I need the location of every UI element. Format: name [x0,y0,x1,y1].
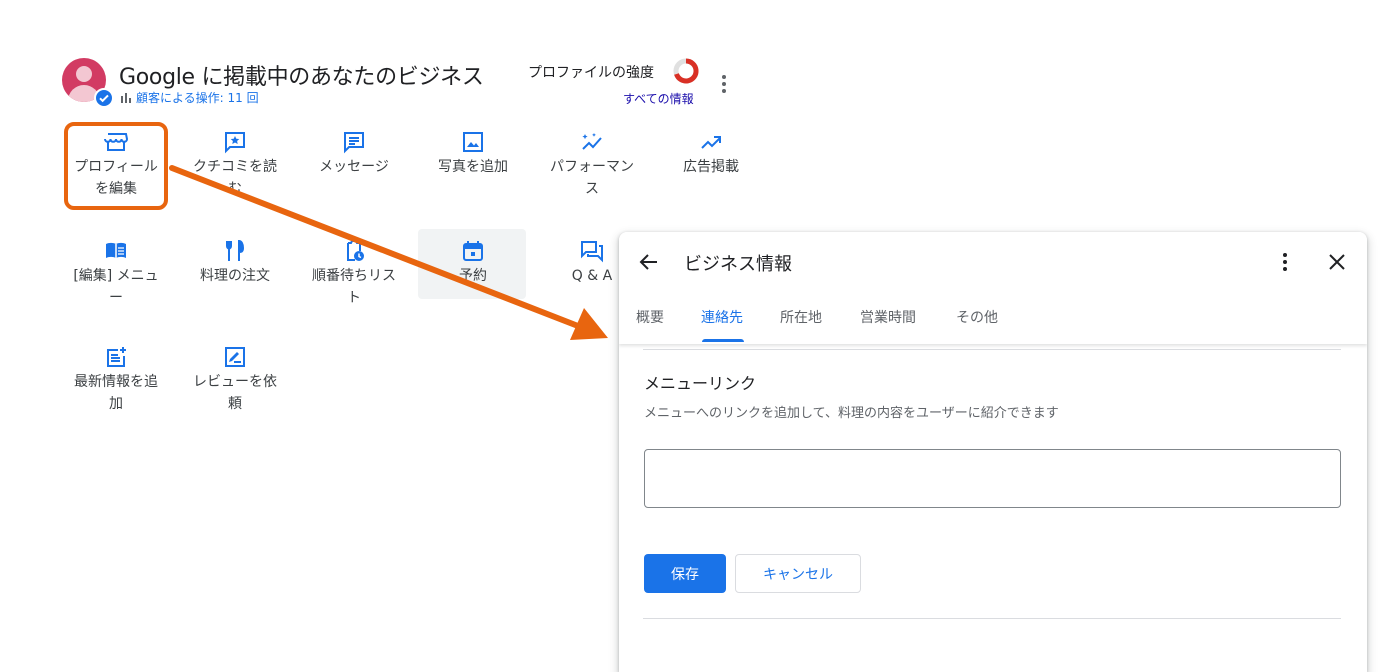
action-label: 予約 [459,268,487,284]
action-label: クチコミを読む [193,159,277,197]
sparkle-chart-icon [582,133,602,150]
action-label: プロフィールを編集 [74,159,158,197]
tab-hours[interactable]: 営業時間 [860,307,916,327]
profile-strength-ring-icon [673,58,699,84]
trending-up-icon [701,136,721,149]
panel-header: ビジネス情報 概要 連絡先 所在地 営業時間 その他 [619,232,1367,344]
business-name: Google に掲載中のあなたのビジネス [119,65,484,90]
post-add-icon [107,347,126,367]
edit-profile-button[interactable]: プロフィールを編集 [64,130,168,200]
panel-title: ビジネス情報 [684,254,792,275]
business-info-panel: ビジネス情報 概要 連絡先 所在地 営業時間 その他 メニューリンク メニューへ… [619,232,1367,672]
messages-button[interactable]: メッセージ [302,130,406,178]
menu-link-description: メニューへのリンクを追加して、料理の内容をユーザーに紹介できます [644,406,1059,421]
menu-link-input[interactable] [644,449,1341,508]
review-star-icon [225,132,245,154]
menu-book-icon [106,242,126,258]
action-label: 料理の注文 [200,268,270,284]
request-review-button[interactable]: レビューを依頼 [183,345,287,415]
read-reviews-button[interactable]: クチコミを読む [183,130,287,200]
action-label: パフォーマンス [550,159,634,197]
photo-icon [463,132,483,152]
rate-review-icon [225,347,245,367]
restaurant-icon [226,239,245,261]
bar-chart-icon [121,92,131,103]
divider [643,618,1341,619]
customer-actions-link[interactable]: 顧客による操作: 11 回 [121,89,259,106]
edit-menu-button[interactable]: [編集] メニュー [64,239,168,309]
verified-badge-icon [94,88,114,108]
pending-clipboard-icon [347,240,364,261]
action-label: 写真を追加 [438,159,508,175]
tab-location[interactable]: 所在地 [780,307,822,327]
forum-icon [581,241,603,263]
message-icon [344,132,364,154]
menu-link-title: メニューリンク [644,374,757,393]
active-tab-indicator [702,339,744,342]
action-label: レビューを依頼 [193,374,277,412]
add-update-button[interactable]: 最新情報を追加 [64,345,168,415]
more-vert-icon[interactable] [714,72,734,96]
tab-more[interactable]: その他 [956,307,998,327]
action-label: メッセージ [319,159,389,175]
storefront-icon [104,133,128,151]
more-vert-icon[interactable] [1275,250,1295,274]
add-photo-button[interactable]: 写真を追加 [421,130,525,178]
action-label: 順番待ちリスト [312,268,396,306]
waitlist-button[interactable]: 順番待ちリスト [302,239,406,309]
back-arrow-icon[interactable] [637,250,661,274]
divider [643,349,1341,350]
action-label: [編集] メニュー [73,268,159,306]
tab-overview[interactable]: 概要 [636,307,664,327]
close-icon[interactable] [1325,250,1349,274]
all-info-link[interactable]: すべての情報 [623,90,694,107]
customer-actions-text: 顧客による操作: 11 回 [136,91,259,105]
event-icon [463,241,483,261]
reservation-button[interactable]: 予約 [421,239,525,287]
food-order-button[interactable]: 料理の注文 [183,239,287,287]
tab-contact[interactable]: 連絡先 [701,307,743,327]
advertise-button[interactable]: 広告掲載 [659,130,763,178]
save-button[interactable]: 保存 [644,554,726,593]
performance-button[interactable]: パフォーマンス [540,130,644,200]
action-label: 最新情報を追加 [74,374,158,412]
profile-strength-label: プロファイルの強度 [528,65,654,81]
action-label: 広告掲載 [683,159,739,175]
cancel-button[interactable]: キャンセル [735,554,861,593]
